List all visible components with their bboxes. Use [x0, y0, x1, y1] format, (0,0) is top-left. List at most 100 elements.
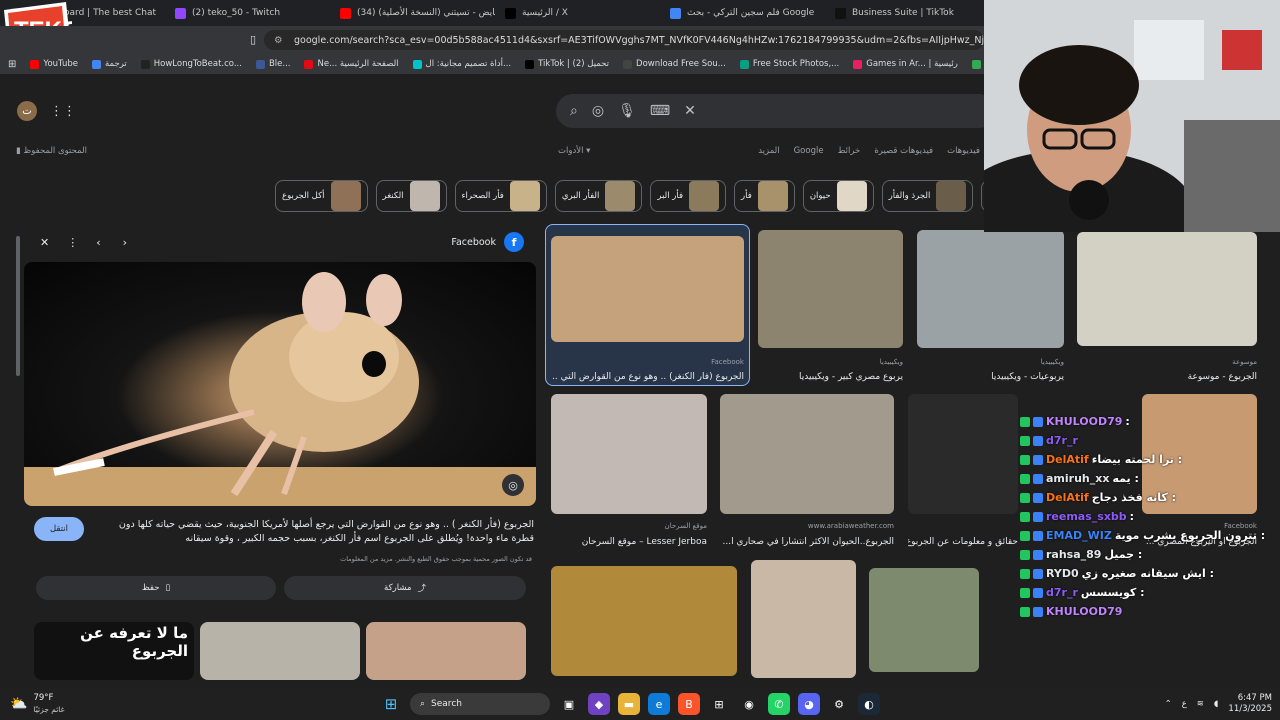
search-box[interactable]: ⌕ ◎ 🎙 ⌨ ✕ [556, 94, 996, 128]
browser-tab[interactable]: الرئيسية / X [495, 0, 660, 26]
related-search-chip[interactable]: الكنغر [375, 180, 447, 212]
brave-icon[interactable]: B [678, 693, 700, 715]
result-caption[interactable]: Lesser Jerboa – موقع السرحان [551, 537, 707, 547]
related-search-chip[interactable]: حيوان [802, 180, 874, 212]
search-filter-tab[interactable]: المزيد [758, 146, 779, 156]
tools-button[interactable]: الأدوات ▾ [558, 146, 590, 156]
wifi-icon[interactable]: ≋ [1197, 699, 1204, 709]
result-image[interactable] [551, 236, 744, 342]
search-filter-tab[interactable]: فيديوهات [947, 146, 980, 156]
search-filter-tab[interactable]: فيديوهات قصيرة [874, 146, 933, 156]
result-image[interactable] [751, 560, 856, 678]
weather-widget[interactable]: ⛅ 79°F غائم جزئيًا [10, 693, 65, 715]
bookmark-item[interactable]: Free Stock Photos,... [739, 59, 839, 69]
related-image[interactable] [366, 622, 526, 680]
related-search-chip[interactable]: فأر البر [650, 180, 727, 212]
bookmark-star-icon[interactable]: ▯ [250, 33, 256, 46]
related-image[interactable] [200, 622, 360, 680]
bookmark-item[interactable]: Ne... الصفحة الرئيسية [304, 59, 399, 69]
share-button[interactable]: مشاركة ⤴ [284, 576, 526, 600]
discord-icon[interactable]: ◕ [798, 693, 820, 715]
result-image[interactable] [758, 230, 903, 348]
result-caption[interactable]: الجربوع..الحيوان الأكثر انتشاراً في صحار… [720, 537, 894, 547]
close-icon[interactable]: ✕ [40, 236, 49, 249]
result-source[interactable]: ويكيبيديا [758, 358, 903, 366]
tray-chevron-icon[interactable]: ⌃ [1165, 699, 1172, 709]
result-caption[interactable]: يربوعيات - ويكيبيديا [917, 372, 1064, 382]
panel-scrollbar[interactable] [16, 236, 20, 376]
browser-tab[interactable]: Business Suite | TikTok [825, 0, 990, 26]
related-search-chip[interactable]: الجرذ والفأر [881, 180, 974, 212]
result-image[interactable] [917, 230, 1064, 348]
search-filter-tab[interactable]: Google [794, 146, 824, 156]
saved-content-link[interactable]: ▮ المحتوى المحفوظ [16, 146, 87, 156]
related-search-chip[interactable]: الفأر البري [554, 180, 643, 212]
url-bar[interactable]: ⚙ google.com/search?sca_esv=00d5b588ac45… [264, 30, 984, 50]
visit-button[interactable]: انتقل [34, 517, 84, 541]
bookmark-item[interactable]: Games in Ar... | رئيسية [853, 59, 958, 69]
result-caption[interactable]: الجربوع - موسوعة [1077, 372, 1257, 382]
result-caption[interactable]: يربوع مصري كبير - ويكيبيديا [758, 372, 903, 382]
result-image[interactable] [869, 568, 979, 672]
bookmark-item[interactable]: ترجمة [91, 59, 127, 69]
result-source[interactable]: www.arabiaweather.com [720, 522, 894, 530]
language-indicator[interactable]: ع [1182, 699, 1187, 709]
related-image[interactable]: ما لا تعرفه عن الجربوع [34, 622, 194, 680]
bookmark-item[interactable]: YouTube [30, 59, 78, 69]
settings-icon[interactable]: ⚙ [828, 693, 850, 715]
panel-source-name[interactable]: Facebook [451, 237, 496, 248]
related-search-chip[interactable]: فأر الصحراء [454, 180, 547, 212]
result-source[interactable]: ويكيبيديا [917, 358, 1064, 366]
bookmark-item[interactable]: Download Free Sou... [623, 59, 726, 69]
browser-tab[interactable]: (2) teko_50 - Twitch [165, 0, 330, 26]
steam-icon[interactable]: ◐ [858, 693, 880, 715]
account-avatar[interactable]: ت [17, 101, 37, 121]
save-button[interactable]: حفظ ▯ [36, 576, 276, 600]
result-source[interactable]: موقع السرحان [551, 522, 707, 530]
browser-tab[interactable]: (34) عايض - تسيتني (النسخة الأصلية) [330, 0, 495, 26]
browser-tab[interactable]: فلم سجين التركي - بحث Google [660, 0, 825, 26]
copyright-notice[interactable]: قد تكون الصور محمية بموجب حقوق الطبع وال… [340, 555, 532, 563]
result-source[interactable]: Facebook [551, 358, 744, 366]
preview-image[interactable]: ◎ [24, 262, 536, 506]
next-icon[interactable]: › [123, 236, 127, 249]
more-options-icon[interactable]: ⋮ [67, 236, 78, 249]
edge-icon[interactable]: e [648, 693, 670, 715]
keyboard-icon[interactable]: ⌨ [650, 103, 670, 119]
related-search-chip[interactable]: فأر [734, 180, 795, 212]
mic-icon[interactable]: 🎙 [618, 103, 636, 119]
previous-icon[interactable]: ‹ [96, 236, 100, 249]
result-image[interactable] [1077, 232, 1257, 346]
result-image[interactable] [551, 566, 737, 676]
lens-search-icon[interactable]: ◎ [502, 474, 524, 496]
related-search-chip[interactable]: أكل الجربوع [275, 180, 368, 212]
facebook-icon[interactable]: f [504, 232, 524, 252]
start-icon[interactable]: ⊞ [380, 693, 402, 715]
site-info-icon[interactable]: ⚙ [274, 35, 283, 46]
result-caption[interactable]: الجربوع (فأر الكنغر) .. وهو نوع من القوا… [551, 372, 744, 382]
result-caption[interactable]: حقائق و معلومات عن الجربوع - يمتلك اقدام… [908, 537, 1018, 547]
bookmark-item[interactable]: Ble... [255, 59, 290, 69]
file-explorer-icon[interactable]: ▬ [618, 693, 640, 715]
result-source[interactable]: موسوعة [1077, 358, 1257, 366]
bookmark-item[interactable]: HowLongToBeat.co... [140, 59, 242, 69]
google-apps-icon[interactable]: ⋮⋮ [50, 104, 76, 119]
clock[interactable]: 6:47 PM 11/3/2025 [1228, 693, 1272, 715]
result-image[interactable] [720, 394, 894, 514]
taskbar-search[interactable]: ⌕ Search [410, 693, 550, 715]
result-image[interactable] [551, 394, 707, 514]
search-filter-tab[interactable]: خرائط [838, 146, 861, 156]
bookmark-item[interactable]: TikTok | تحميل (2) [525, 59, 609, 69]
clear-search-icon[interactable]: ✕ [684, 103, 696, 119]
copilot-icon[interactable]: ◆ [588, 693, 610, 715]
apps-grid-icon[interactable]: ⊞ [8, 59, 16, 70]
result-image[interactable] [908, 394, 1018, 514]
volume-icon[interactable]: ◖ [1214, 699, 1218, 709]
obs-icon[interactable]: ◉ [738, 693, 760, 715]
lens-icon[interactable]: ◎ [592, 103, 604, 119]
bookmark-item[interactable]: أداة تصميم مجانية: ال... [412, 59, 511, 69]
search-icon[interactable]: ⌕ [570, 103, 578, 119]
task-view-icon[interactable]: ▣ [558, 693, 580, 715]
store-icon[interactable]: ⊞ [708, 693, 730, 715]
whatsapp-icon[interactable]: ✆ [768, 693, 790, 715]
